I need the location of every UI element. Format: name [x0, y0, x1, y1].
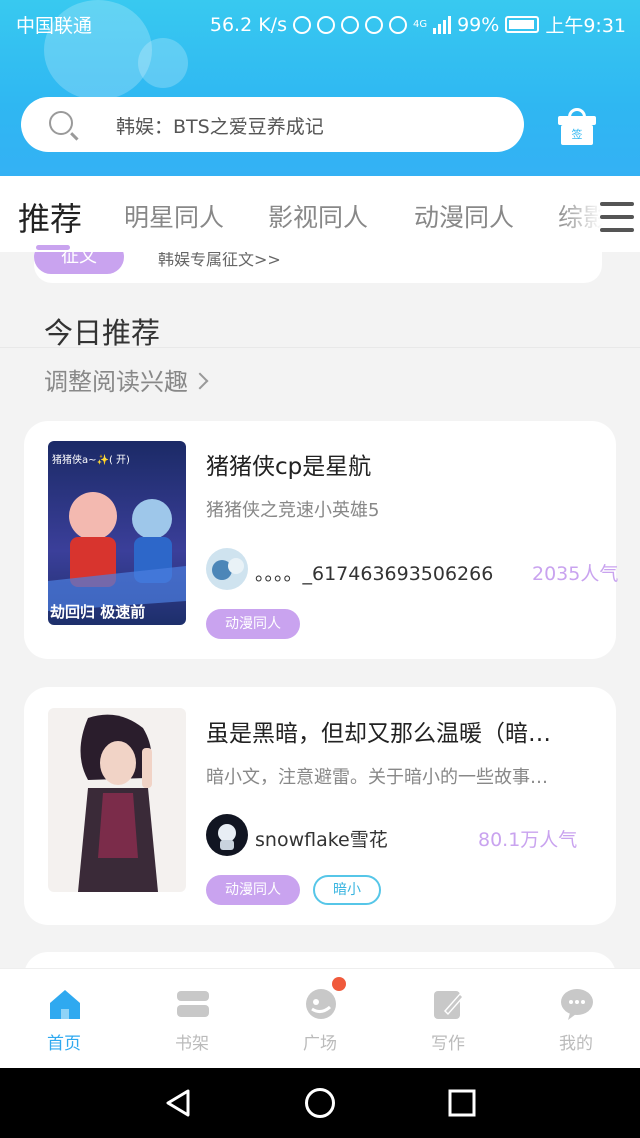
- author-name: snowflake雪花: [255, 829, 388, 851]
- gift-label: 签: [561, 125, 593, 145]
- adjust-interest-link[interactable]: 调整阅读兴趣: [44, 362, 209, 397]
- sign-in-gift-button[interactable]: 签: [558, 108, 596, 146]
- book-title: 猪猪侠cp是星航: [206, 454, 372, 480]
- contest-tag: 征文: [34, 252, 124, 274]
- network-type: 4G: [412, 19, 428, 30]
- bottom-nav: 首页 书架 广场 写作 我的: [0, 968, 640, 1068]
- chevron-right-icon: [191, 372, 209, 390]
- nav-write[interactable]: 写作: [384, 969, 512, 1069]
- recents-icon[interactable]: [448, 1089, 476, 1117]
- carrier-label: 中国联通: [16, 15, 93, 37]
- profile-icon: [561, 989, 593, 1020]
- category-tabs: 推荐 明星同人 影视同人 动漫同人 综影: [0, 176, 640, 252]
- tab-celebrity-fanfic[interactable]: 明星同人: [124, 198, 224, 234]
- battery-percent: 99%: [457, 13, 500, 36]
- clock: 上午9:31: [545, 15, 626, 37]
- divider: [0, 347, 640, 348]
- topic-tag[interactable]: 暗小: [313, 875, 381, 905]
- system-nav-bar: [0, 1068, 640, 1138]
- book-title: 虽是黑暗，但却又那么温暖（暗…: [206, 721, 551, 747]
- search-placeholder: 韩娱：BTS之爱豆养成记: [116, 116, 324, 138]
- adjust-interest-label: 调整阅读兴趣: [44, 368, 188, 396]
- svg-text:猪猪侠a~✨( 开): 猪猪侠a~✨( 开): [52, 453, 130, 466]
- menu-icon[interactable]: [600, 202, 634, 232]
- bookshelf-icon: [177, 991, 209, 1017]
- search-icon: [49, 111, 73, 135]
- square-icon: [306, 989, 336, 1019]
- search-bar[interactable]: 韩娱：BTS之爱豆养成记: [21, 97, 524, 152]
- popularity: 80.1万人气: [478, 829, 578, 851]
- hd-icon: [292, 15, 311, 34]
- status-bar: 中国联通 56.2 K/s 4G 99% 上午9:31: [0, 0, 640, 46]
- eye-icon: [364, 15, 383, 34]
- nav-label: 首页: [47, 1034, 81, 1054]
- notification-badge: [332, 977, 346, 991]
- nav-label: 书架: [175, 1034, 209, 1054]
- battery-icon: [505, 16, 540, 33]
- mute-icon: [316, 15, 335, 34]
- genre-tag[interactable]: 动漫同人: [206, 609, 300, 639]
- contest-link[interactable]: 韩娱专属征文>>: [158, 252, 281, 270]
- header: 中国联通 56.2 K/s 4G 99% 上午9:31 韩娱：BTS之爱豆养成记…: [0, 0, 640, 176]
- book-subtitle: 猪猪侠之竞速小英雄5: [206, 500, 380, 521]
- nav-label: 广场: [303, 1034, 337, 1054]
- nav-bookshelf[interactable]: 书架: [128, 969, 256, 1069]
- genre-tag[interactable]: 动漫同人: [206, 875, 300, 905]
- nav-profile[interactable]: 我的: [512, 969, 640, 1069]
- svg-text:劫回归 极速前: 劫回归 极速前: [50, 603, 145, 621]
- alarm-icon: [340, 15, 359, 34]
- tab-indicator: [36, 245, 70, 250]
- tab-anime-fanfic[interactable]: 动漫同人: [414, 198, 514, 234]
- home-icon: [50, 990, 80, 1019]
- back-icon[interactable]: [164, 1088, 192, 1118]
- book-cover: [48, 708, 186, 892]
- nav-label: 写作: [431, 1034, 465, 1054]
- book-cover: 猪猪侠a~✨( 开) 劫回归 极速前: [48, 441, 186, 625]
- gift-lid: [558, 116, 596, 125]
- nav-label: 我的: [559, 1034, 593, 1054]
- avatar: [206, 548, 248, 590]
- home-button-icon[interactable]: [304, 1087, 336, 1119]
- nav-square[interactable]: 广场: [256, 969, 384, 1069]
- wifi-icon: [388, 15, 407, 34]
- book-card[interactable]: 虽是黑暗，但却又那么温暖（暗… 暗小文，注意避雷。关于暗小的一些故事… snow…: [24, 687, 616, 925]
- popularity: 2035人气: [532, 563, 619, 585]
- book-subtitle: 暗小文，注意避雷。关于暗小的一些故事…: [206, 767, 548, 788]
- tab-recommend[interactable]: 推荐: [18, 194, 82, 240]
- nav-home[interactable]: 首页: [0, 969, 128, 1069]
- avatar: [206, 814, 248, 856]
- book-card[interactable]: 猪猪侠a~✨( 开) 劫回归 极速前 猪猪侠cp是星航 猪猪侠之竞速小英雄5 。…: [24, 421, 619, 659]
- section-title: 今日推荐: [44, 316, 161, 350]
- contest-banner[interactable]: 征文 韩娱专属征文>>: [34, 252, 602, 283]
- author-name: 。。。。_617463693506266: [255, 563, 494, 585]
- network-speed: 56.2 K/s: [209, 13, 287, 36]
- tab-film-fanfic[interactable]: 影视同人: [268, 198, 368, 234]
- write-icon: [434, 991, 464, 1019]
- signal-icon: [433, 15, 452, 34]
